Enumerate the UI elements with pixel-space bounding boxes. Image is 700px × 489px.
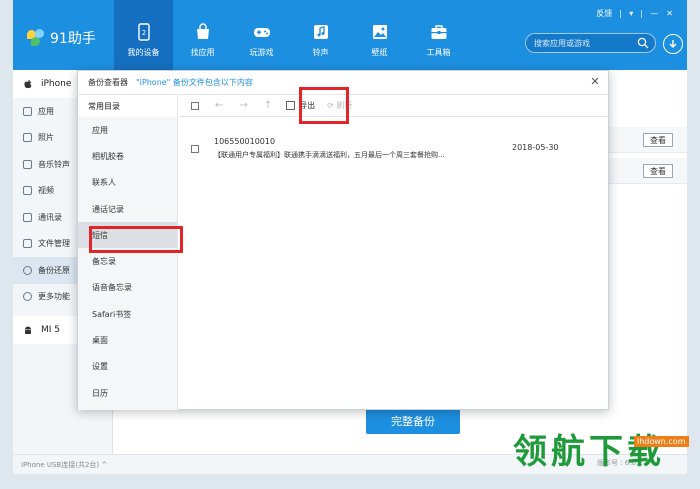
message-date: 2018-05-30 [512, 143, 559, 152]
menu-button[interactable]: ▾ [629, 9, 633, 18]
window-controls: 反馈 ▾ — ✕ [588, 8, 673, 19]
more-icon [23, 292, 32, 302]
back-button[interactable]: ← [215, 100, 223, 111]
nav-label: 我的设备 [127, 48, 160, 57]
app-logo: 91助手 [27, 28, 96, 48]
nav-label: 玩游戏 [249, 48, 274, 57]
nav-wallpapers[interactable]: 壁纸 [350, 0, 409, 70]
app-name: 91助手 [50, 31, 96, 47]
sms-highlight [89, 226, 183, 253]
nav-ringtones[interactable]: 铃声 [291, 0, 350, 70]
camera-icon [23, 133, 32, 143]
nav-label: 找应用 [190, 48, 215, 57]
sidebar-item-label: 音乐铃声 [38, 159, 70, 169]
device-name: MI 5 [41, 325, 61, 335]
watermark-url: lhdown.com [634, 436, 689, 447]
phone-icon: 2 [135, 23, 153, 41]
sidebar-item-label: 备份还原 [38, 265, 70, 275]
toolbox-icon [430, 23, 448, 41]
nav-games[interactable]: 玩游戏 [232, 0, 291, 70]
music-note-icon [312, 23, 330, 41]
sync-icon [23, 265, 32, 275]
music-icon [23, 159, 32, 169]
nav-label: 壁纸 [371, 48, 388, 57]
image-icon [371, 23, 389, 41]
category-settings[interactable]: 设置 [78, 354, 177, 380]
view-button[interactable]: 查看 [643, 133, 673, 147]
folder-icon [23, 239, 32, 249]
top-bar: 91助手 2 我的设备 找应用 玩游戏 铃声 壁纸 工具箱 反馈 ▾ — ✕ 搜… [13, 0, 687, 70]
search-box [525, 33, 656, 53]
message-row[interactable]: 106550010010 【联通用户专属福利】联通携手滴滴送福利，五月最后一个周… [179, 131, 609, 167]
view-button[interactable]: 查看 [643, 164, 673, 178]
divider [641, 9, 643, 18]
bag-icon [194, 23, 212, 41]
dialog-title: 备份查看器 [88, 78, 128, 87]
close-window-button[interactable]: ✕ [666, 9, 673, 18]
dialog-close-button[interactable]: ✕ [589, 76, 601, 88]
category-voice-memos[interactable]: 语音备忘录 [78, 275, 177, 301]
gamepad-icon [253, 23, 271, 41]
search-icon[interactable] [637, 37, 649, 49]
video-icon [23, 186, 32, 196]
category-apps[interactable]: 应用 [78, 117, 177, 143]
message-preview: 【联通用户专属福利】联通携手滴滴送福利，五月最后一个周三套餐抢购... [214, 151, 445, 159]
message-checkbox[interactable] [191, 145, 199, 153]
svg-text:2: 2 [141, 29, 145, 37]
dialog-toolbar: ← → ↑ 导出 ⟳ 刷新 [179, 95, 609, 117]
category-camera-roll[interactable]: 相机胶卷 [78, 143, 177, 169]
sidebar-item-label: 照片 [38, 133, 54, 143]
sidebar-item-label: 通讯录 [38, 212, 62, 222]
sidebar-item-label: 文件管理 [38, 239, 70, 249]
minimize-button[interactable]: — [650, 9, 658, 18]
feedback-link[interactable]: 反馈 [596, 8, 612, 19]
export-highlight [299, 87, 349, 124]
category-safari-bookmarks[interactable]: Safari书签 [78, 301, 177, 327]
download-button[interactable] [663, 34, 683, 54]
search-input[interactable] [534, 34, 634, 52]
android-icon [25, 326, 31, 334]
category-header: 常用目录 [78, 95, 177, 117]
dialog-subtitle: "iPhone" 备份文件包含以下内容 [136, 78, 253, 87]
main-nav: 2 我的设备 找应用 玩游戏 铃声 壁纸 工具箱 [114, 0, 468, 70]
nav-find-apps[interactable]: 找应用 [173, 0, 232, 70]
divider [620, 9, 622, 18]
logo-icon [27, 29, 45, 47]
forward-button[interactable]: → [239, 100, 247, 111]
category-call-log[interactable]: 通话记录 [78, 196, 177, 222]
export-icon [286, 101, 296, 110]
nav-label: 工具箱 [426, 48, 451, 57]
contacts-icon [23, 212, 32, 222]
message-sender: 106550010010 [214, 137, 276, 146]
nav-label: 铃声 [312, 48, 329, 57]
up-button[interactable]: ↑ [264, 100, 272, 111]
sidebar-item-label: 应用 [38, 106, 54, 116]
apps-icon [23, 106, 32, 116]
category-desktop[interactable]: 桌面 [78, 327, 177, 353]
apple-icon [24, 79, 32, 89]
sidebar-item-label: 视频 [38, 186, 54, 196]
sidebar-item-label: 更多功能 [38, 292, 70, 302]
download-icon [669, 39, 677, 48]
category-calendar[interactable]: 日历 [78, 380, 177, 406]
category-contacts[interactable]: 联系人 [78, 170, 177, 196]
nav-toolbox[interactable]: 工具箱 [409, 0, 468, 70]
nav-my-device[interactable]: 2 我的设备 [114, 0, 173, 70]
full-backup-button[interactable]: 完整备份 [366, 408, 460, 434]
device-name: iPhone [41, 79, 72, 89]
select-all-checkbox[interactable] [191, 101, 199, 110]
